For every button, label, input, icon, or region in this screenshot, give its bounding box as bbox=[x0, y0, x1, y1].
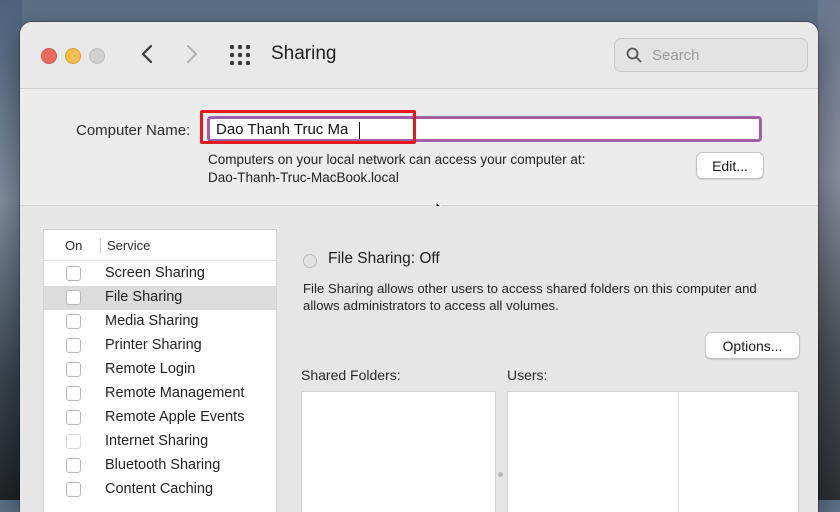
description-line-2: allows administrators to access all volu… bbox=[303, 298, 559, 313]
toolbar: Sharing Search bbox=[20, 22, 818, 89]
minimize-window-button[interactable] bbox=[65, 48, 81, 64]
split-view-divider-handle[interactable] bbox=[498, 472, 503, 477]
service-row-remote-apple-events[interactable]: Remote Apple Events bbox=[44, 406, 276, 430]
grid-icon bbox=[230, 45, 250, 65]
service-label: Remote Management bbox=[105, 385, 245, 401]
service-row-screen-sharing[interactable]: Screen Sharing bbox=[44, 262, 276, 286]
service-checkbox[interactable] bbox=[66, 290, 81, 305]
service-row-internet-sharing[interactable]: Internet Sharing bbox=[44, 430, 276, 454]
column-separator bbox=[100, 238, 101, 253]
column-header-on[interactable]: On bbox=[65, 238, 82, 253]
service-label: Remote Apple Events bbox=[105, 409, 245, 425]
service-label: Internet Sharing bbox=[105, 433, 209, 449]
service-row-bluetooth-sharing[interactable]: Bluetooth Sharing bbox=[44, 454, 276, 478]
sharing-services-pane: On Service Screen Sharing File Sharing M… bbox=[20, 206, 818, 512]
service-label: Screen Sharing bbox=[105, 265, 205, 281]
service-row-remote-login[interactable]: Remote Login bbox=[44, 358, 276, 382]
service-label: Remote Login bbox=[105, 361, 196, 377]
service-checkbox[interactable] bbox=[66, 386, 81, 401]
service-label: Bluetooth Sharing bbox=[105, 457, 221, 473]
shared-folders-label: Shared Folders: bbox=[301, 367, 401, 383]
window-title: Sharing bbox=[271, 43, 337, 64]
options-button[interactable]: Options... bbox=[705, 332, 800, 359]
close-window-button[interactable] bbox=[41, 48, 57, 64]
column-header-service[interactable]: Service bbox=[107, 238, 150, 253]
chevron-right-icon bbox=[186, 44, 198, 64]
file-sharing-status-indicator bbox=[303, 254, 317, 268]
back-button[interactable] bbox=[132, 39, 162, 69]
service-label: File Sharing bbox=[105, 289, 183, 305]
service-row-remote-management[interactable]: Remote Management bbox=[44, 382, 276, 406]
shared-folders-list[interactable] bbox=[301, 391, 496, 512]
service-checkbox[interactable] bbox=[66, 482, 81, 497]
service-checkbox[interactable] bbox=[66, 410, 81, 425]
service-row-file-sharing[interactable]: File Sharing bbox=[44, 286, 276, 310]
services-list[interactable]: On Service Screen Sharing File Sharing M… bbox=[43, 229, 277, 512]
edit-button[interactable]: Edit... bbox=[696, 152, 764, 179]
service-label: Content Caching bbox=[105, 481, 214, 497]
service-label: Media Sharing bbox=[105, 313, 199, 329]
service-label: Printer Sharing bbox=[105, 337, 202, 353]
service-checkbox[interactable] bbox=[66, 434, 81, 449]
search-icon bbox=[626, 47, 642, 63]
computer-name-label: Computer Name: bbox=[76, 122, 191, 139]
desktop-wallpaper-right bbox=[818, 0, 840, 500]
services-list-header: On Service bbox=[44, 230, 276, 261]
service-row-media-sharing[interactable]: Media Sharing bbox=[44, 310, 276, 334]
users-list[interactable] bbox=[507, 391, 799, 512]
sharing-window: Sharing Search Computer Name: Dao Thanh … bbox=[20, 22, 818, 512]
file-sharing-description: File Sharing allows other users to acces… bbox=[303, 280, 803, 314]
search-placeholder: Search bbox=[652, 47, 700, 64]
computer-name-description: Computers on your local network can acce… bbox=[208, 151, 585, 187]
service-row-content-caching[interactable]: Content Caching bbox=[44, 478, 276, 502]
network-access-text: Computers on your local network can acce… bbox=[208, 152, 586, 167]
users-label: Users: bbox=[507, 367, 548, 383]
local-hostname: Dao-Thanh-Truc-MacBook.local bbox=[208, 170, 399, 185]
service-checkbox[interactable] bbox=[66, 362, 81, 377]
search-field[interactable]: Search bbox=[614, 38, 808, 72]
service-checkbox[interactable] bbox=[66, 314, 81, 329]
computer-name-pane: Computer Name: Dao Thanh Truc Ma Compute… bbox=[20, 89, 818, 220]
service-row-printer-sharing[interactable]: Printer Sharing bbox=[44, 334, 276, 358]
show-all-button[interactable] bbox=[228, 43, 252, 67]
forward-button[interactable] bbox=[177, 39, 207, 69]
service-checkbox[interactable] bbox=[66, 458, 81, 473]
description-line-1: File Sharing allows other users to acces… bbox=[303, 281, 757, 296]
service-checkbox[interactable] bbox=[66, 338, 81, 353]
desktop-wallpaper-left bbox=[0, 0, 22, 500]
file-sharing-status: File Sharing: Off bbox=[328, 250, 440, 267]
zoom-window-button[interactable] bbox=[89, 48, 105, 64]
service-checkbox[interactable] bbox=[66, 266, 81, 281]
chevron-left-icon bbox=[141, 44, 153, 64]
users-column-divider bbox=[678, 392, 679, 512]
annotation-highlight-box bbox=[200, 110, 416, 144]
